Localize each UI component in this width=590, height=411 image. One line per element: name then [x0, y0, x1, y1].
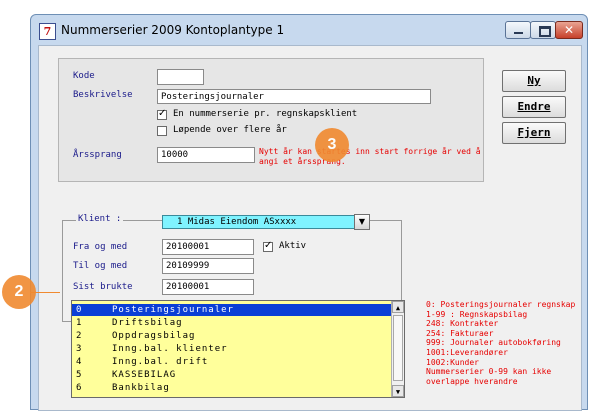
series-details-panel: Kode Beskrivelse Posteringsjournaler En …: [58, 58, 484, 182]
client-label: Klient :: [76, 214, 124, 224]
list-scrollbar[interactable]: ▲ ▼: [391, 301, 404, 397]
window-title: Nummerserier 2009 Kontoplantype 1: [61, 23, 285, 37]
chevron-down-icon: ▼: [395, 388, 401, 396]
list-item-name: Bankbilag: [112, 383, 170, 393]
maximize-icon: [539, 26, 551, 37]
maximize-button[interactable]: [530, 21, 556, 39]
chevron-up-icon: ▲: [395, 304, 401, 312]
app-icon: 7: [39, 23, 56, 40]
title-bar[interactable]: 7 Nummerserier 2009 Kontoplantype 1 ✕: [31, 15, 587, 45]
aktiv-label: Aktiv: [279, 241, 307, 251]
minimize-icon: [514, 32, 523, 34]
list-item[interactable]: 1 Driftsbilag: [72, 317, 392, 329]
list-item-number: 6: [76, 383, 82, 393]
minimize-button[interactable]: [505, 21, 531, 39]
kode-input[interactable]: [157, 69, 204, 85]
info-line: 999: Journaler autobokføring: [426, 338, 561, 348]
window-client-area: Kode Beskrivelse Posteringsjournaler En …: [38, 45, 582, 411]
callout-badge-3: 3: [315, 128, 349, 162]
client-dropdown-button[interactable]: ▼: [354, 214, 370, 230]
list-item-name: Inng.bal. klienter: [112, 344, 228, 354]
list-item-number: 5: [76, 370, 82, 380]
series-list[interactable]: 0 Posteringsjournaler 1 Driftsbilag 2 Op…: [71, 300, 405, 398]
running-multiple-years-label: Løpende over flere år: [173, 125, 287, 135]
scroll-up-button[interactable]: ▲: [392, 301, 404, 313]
info-line: 1-99 : Regnskapsbilag: [426, 309, 528, 319]
list-item[interactable]: 3 Inng.bal. klienter: [72, 343, 392, 355]
info-line: 0: Posteringsjournaler regnskap: [426, 300, 576, 309]
arssprang-input[interactable]: 10000: [157, 147, 255, 163]
running-multiple-years-checkbox[interactable]: [157, 126, 167, 136]
list-item-number: 3: [76, 344, 82, 354]
one-series-per-client-checkbox[interactable]: [157, 108, 167, 120]
list-item-name: Driftsbilag: [112, 318, 183, 328]
info-line: Nummerserier 0-99 kan ikke: [426, 367, 552, 377]
til-og-med-input[interactable]: 20109999: [162, 258, 254, 274]
chevron-down-icon: ▼: [358, 217, 366, 226]
callout-badge-2: 2: [2, 275, 36, 309]
info-line: 1002:Kunder: [426, 357, 479, 367]
one-series-per-client-label: En nummerserie pr. regnskapsklient: [173, 109, 358, 119]
info-line: 1001:Leverandører: [426, 347, 508, 357]
kode-label: Kode: [73, 71, 95, 81]
series-info-text: 0: Posteringsjournaler regnskap 1-99 : R…: [426, 300, 586, 386]
new-button[interactable]: Ny: [502, 70, 566, 92]
info-line: 254: Fakturaer: [426, 328, 494, 338]
list-item-number: 4: [76, 357, 82, 367]
info-line: overlappe hverandre: [426, 376, 518, 386]
list-item-number: 2: [76, 331, 82, 341]
aktiv-checkbox[interactable]: [263, 240, 273, 252]
list-item[interactable]: 4 Inng.bal. drift: [72, 356, 392, 368]
delete-button[interactable]: Fjern: [502, 122, 566, 144]
arssprang-note: Nytt år kan startes inn start forrige år…: [259, 147, 481, 166]
list-item-number: 0: [76, 305, 82, 315]
list-item-number: 1: [76, 318, 82, 328]
list-item-name: Posteringsjournaler: [112, 305, 234, 315]
app-window: 7 Nummerserier 2009 Kontoplantype 1 ✕ Ko…: [30, 14, 588, 411]
close-icon: ✕: [563, 23, 575, 37]
close-button[interactable]: ✕: [555, 21, 583, 39]
client-select[interactable]: 1 Midas Eiendom ASxxxx: [162, 215, 362, 229]
scroll-thumb[interactable]: [393, 315, 403, 381]
list-item[interactable]: 0 Posteringsjournaler: [72, 304, 392, 316]
edit-button[interactable]: Endre: [502, 96, 566, 118]
list-item[interactable]: 6 Bankbilag: [72, 382, 392, 394]
beskrivelse-label: Beskrivelse: [73, 90, 133, 100]
til-og-med-label: Til og med: [73, 261, 128, 271]
info-line: 248: Kontrakter: [426, 319, 499, 329]
fra-og-med-input[interactable]: 20100001: [162, 239, 254, 255]
list-item-name: KASSEBILAG: [112, 370, 177, 380]
sist-brukte-label: Sist brukte: [73, 282, 133, 292]
list-item-name: Oppdragsbilag: [112, 331, 196, 341]
arssprang-label: Årssprang: [73, 150, 122, 160]
sist-brukte-input[interactable]: 20100001: [162, 279, 254, 295]
list-item[interactable]: 5 KASSEBILAG: [72, 369, 392, 381]
beskrivelse-input[interactable]: Posteringsjournaler: [157, 89, 431, 104]
scroll-down-button[interactable]: ▼: [392, 385, 404, 397]
list-item-name: Inng.bal. drift: [112, 357, 209, 367]
list-item[interactable]: 2 Oppdragsbilag: [72, 330, 392, 342]
fra-og-med-label: Fra og med: [73, 242, 128, 252]
